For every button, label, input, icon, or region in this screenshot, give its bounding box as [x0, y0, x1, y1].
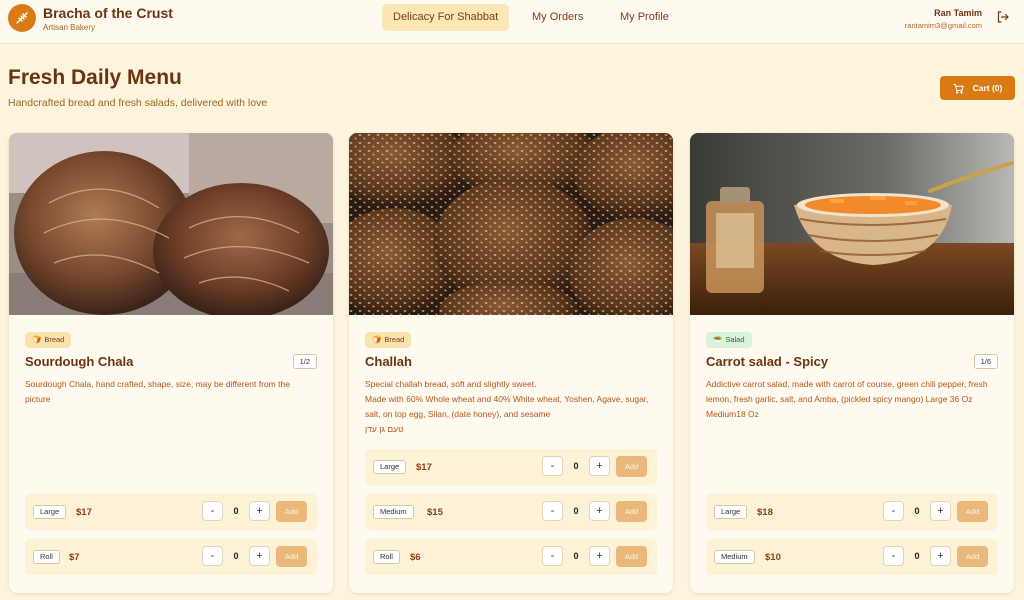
- quantity-value: 0: [573, 461, 579, 471]
- category-tag: 🥗 Salad: [706, 332, 752, 348]
- product-card-sourdough-chala: 🍞 Bread Sourdough Chala 1/2 Sourdough Ch…: [9, 133, 333, 593]
- decrease-qty-button[interactable]: -: [542, 546, 563, 566]
- decrease-qty-button[interactable]: -: [542, 456, 563, 476]
- decrease-qty-button[interactable]: -: [202, 501, 223, 521]
- add-button[interactable]: Add: [957, 546, 988, 567]
- increase-qty-button[interactable]: +: [249, 501, 270, 521]
- size-label: Large: [373, 460, 407, 474]
- quantity-value: 0: [233, 551, 239, 561]
- add-button[interactable]: Add: [957, 501, 988, 522]
- quantity-value: 0: [573, 506, 579, 516]
- variant-row: Roll $6 - 0 + Add: [365, 539, 657, 575]
- sourdough-chala-image: [9, 133, 333, 315]
- nav-delicacy-for-shabbat[interactable]: Delicacy For Shabbat: [382, 4, 510, 31]
- quantity-value: 0: [573, 551, 579, 561]
- variant-row: Roll $7 - 0 + Add: [25, 539, 317, 575]
- product-description: Special challah bread, soft and slightly…: [365, 379, 649, 434]
- nav-my-orders[interactable]: My Orders: [521, 4, 594, 31]
- increase-qty-button[interactable]: +: [930, 501, 951, 521]
- nav-my-profile[interactable]: My Profile: [609, 4, 680, 31]
- increase-qty-button[interactable]: +: [249, 546, 270, 566]
- add-button[interactable]: Add: [276, 546, 307, 567]
- image-count-badge[interactable]: 1/2: [292, 354, 317, 369]
- product-description: Addictive carrot salad, made with carrot…: [706, 379, 988, 419]
- image-count-badge[interactable]: 1/6: [973, 354, 998, 369]
- bread-icon: 🍞: [32, 335, 42, 344]
- add-button[interactable]: Add: [616, 456, 647, 477]
- increase-qty-button[interactable]: +: [589, 546, 610, 566]
- product-card-carrot-salad: 🥗 Salad Carrot salad - Spicy 1/6 Addicti…: [690, 133, 1014, 593]
- decrease-qty-button[interactable]: -: [202, 546, 223, 566]
- decrease-qty-button[interactable]: -: [883, 546, 904, 566]
- variant-row: Large $17 - 0 + Add: [365, 449, 657, 485]
- product-card-challah: 🍞 Bread Challah Special challah bread, s…: [349, 133, 673, 593]
- category-tag: 🍞 Bread: [365, 332, 412, 348]
- logout-icon[interactable]: [996, 10, 1010, 24]
- variant-row: Large $18 - 0 + Add: [706, 494, 998, 530]
- carrot-salad-image: [690, 133, 1014, 315]
- price: $18: [757, 507, 773, 518]
- bread-icon: 🍞: [372, 335, 382, 344]
- quantity-value: 0: [233, 506, 239, 516]
- size-label: Roll: [33, 550, 60, 564]
- increase-qty-button[interactable]: +: [589, 501, 610, 521]
- page-title: Fresh Daily Menu: [8, 66, 182, 89]
- category-tag: 🍞 Bread: [25, 332, 72, 348]
- cart-label: Cart (0): [972, 83, 1003, 93]
- product-title: Sourdough Chala: [25, 354, 134, 369]
- decrease-qty-button[interactable]: -: [883, 501, 904, 521]
- cart-button[interactable]: Cart (0): [940, 76, 1015, 100]
- product-title: Carrot salad - Spicy: [706, 354, 829, 369]
- size-label: Medium: [714, 550, 755, 564]
- add-button[interactable]: Add: [616, 501, 647, 522]
- product-title: Challah: [365, 354, 412, 369]
- top-header: Bracha of the Crust Artisan Bakery Delic…: [0, 0, 1024, 44]
- price: $10: [765, 552, 781, 563]
- user-email: rantamim3@gmail.com: [904, 21, 982, 30]
- variant-row: Medium $15 - 0 + Add: [365, 494, 657, 530]
- price: $6: [410, 552, 421, 563]
- add-button[interactable]: Add: [276, 501, 307, 522]
- cart-icon: [953, 83, 964, 94]
- page-subtitle: Handcrafted bread and fresh salads, deli…: [8, 97, 268, 109]
- brand-subtitle: Artisan Bakery: [43, 23, 96, 32]
- price: $7: [69, 552, 80, 563]
- product-description: Sourdough Chala, hand crafted, shape, si…: [25, 379, 290, 404]
- bakery-logo[interactable]: [8, 4, 36, 32]
- size-label: Large: [33, 505, 67, 519]
- increase-qty-button[interactable]: +: [930, 546, 951, 566]
- user-name: Ran Tamim: [934, 8, 982, 18]
- size-label: Medium: [373, 505, 414, 519]
- price: $17: [76, 507, 92, 518]
- salad-icon: 🥗: [713, 335, 723, 344]
- add-button[interactable]: Add: [616, 546, 647, 567]
- variant-row: Large $17 - 0 + Add: [25, 494, 317, 530]
- size-label: Large: [714, 505, 748, 519]
- bread-logo-icon: [16, 12, 28, 24]
- increase-qty-button[interactable]: +: [589, 456, 610, 476]
- challah-image: [349, 133, 673, 315]
- price: $17: [416, 462, 432, 473]
- decrease-qty-button[interactable]: -: [542, 501, 563, 521]
- quantity-value: 0: [914, 506, 920, 516]
- size-label: Roll: [373, 550, 400, 564]
- brand-title[interactable]: Bracha of the Crust: [43, 5, 173, 21]
- variant-row: Medium $10 - 0 + Add: [706, 539, 998, 575]
- price: $15: [427, 507, 443, 518]
- quantity-value: 0: [914, 551, 920, 561]
